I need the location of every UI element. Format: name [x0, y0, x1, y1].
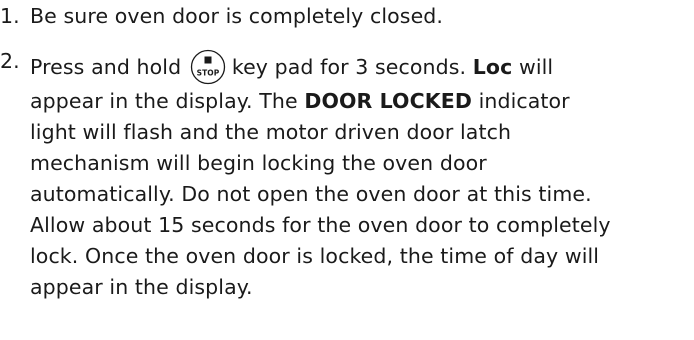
- step-line-5: automatically. Do not open the oven door…: [30, 182, 592, 206]
- step-line-8: appear in the display.: [30, 275, 253, 299]
- step-line-3: light will flash and the motor driven do…: [30, 120, 512, 144]
- step-number: 2.: [0, 49, 20, 73]
- stop-key-label: STOP: [196, 69, 219, 78]
- stop-key-icon: STOP: [190, 49, 226, 85]
- door-locked-text: DOOR LOCKED: [304, 89, 472, 113]
- step-2: 2. Press and hold STOP key pad for 3 seco…: [0, 49, 694, 339]
- step-line-1: Press and hold STOP key pad for 3 seconds…: [30, 49, 553, 85]
- instruction-list: 1. Be sure oven door is completely close…: [0, 0, 694, 340]
- step-line-6: Allow about 15 seconds for the oven door…: [30, 213, 611, 237]
- step-line-7: lock. Once the oven door is locked, the …: [30, 244, 600, 268]
- step-line-4: mechanism will begin locking the oven do…: [30, 151, 487, 175]
- text-segment: indicator: [478, 89, 570, 113]
- text-segment: will: [518, 55, 554, 79]
- loc-display-text: Loc: [472, 55, 513, 79]
- text-segment: key pad for 3 seconds.: [231, 55, 467, 79]
- text-segment: appear in the display. The: [30, 89, 298, 113]
- step-number: 1.: [0, 4, 20, 28]
- step-text: Be sure oven door is completely closed.: [30, 4, 444, 28]
- step-1: 1. Be sure oven door is completely close…: [0, 4, 694, 38]
- step-line-2: appear in the display. The DOOR LOCKED i…: [30, 89, 570, 113]
- text-segment: Press and hold: [30, 55, 182, 79]
